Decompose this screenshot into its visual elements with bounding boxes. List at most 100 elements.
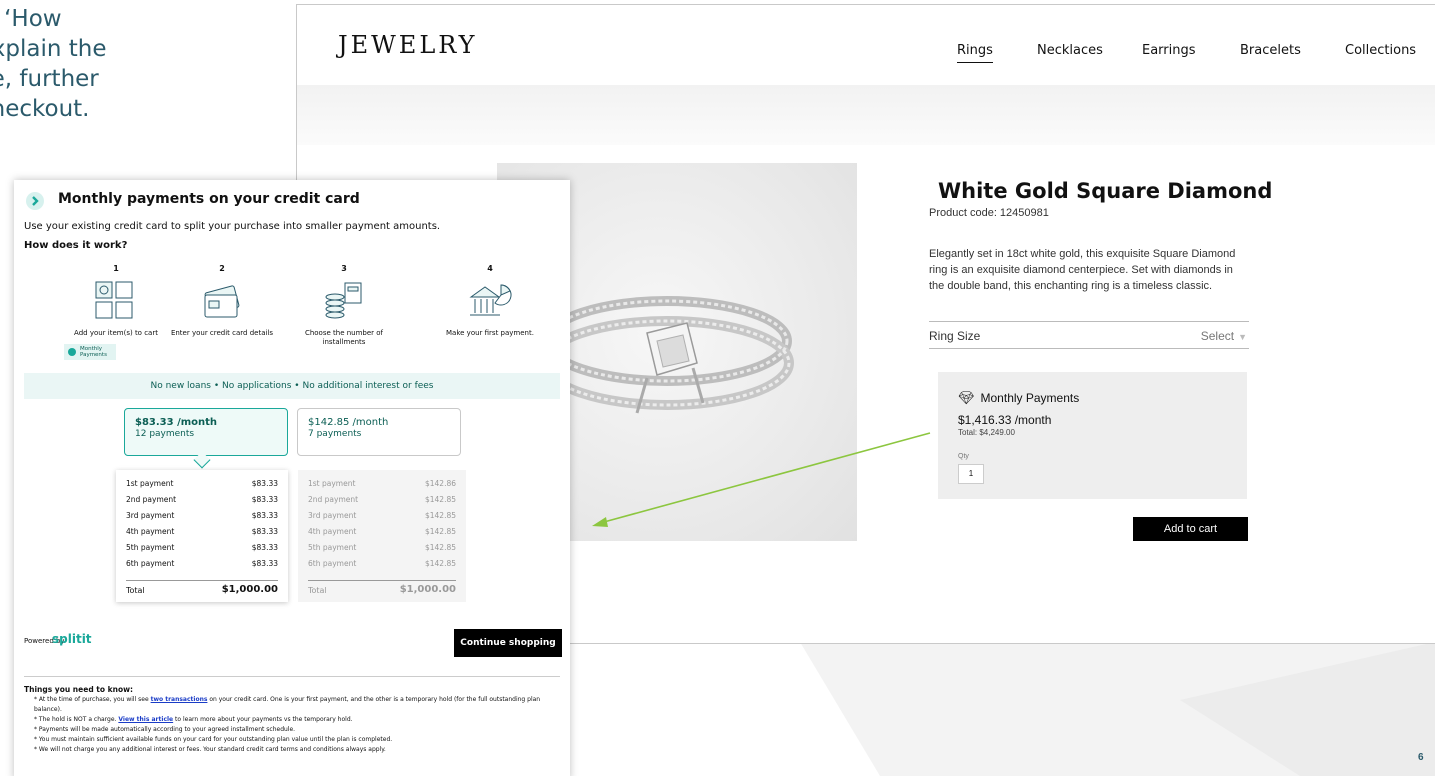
bank-pie-icon [469,284,512,316]
product-title: White Gold Square Diamond [938,179,1273,203]
chevron-down-icon: ▼ [1238,332,1247,342]
schedule-row-label: 4th payment [126,527,175,536]
schedule-row-value: $83.33 [251,559,278,568]
nav-item-necklaces[interactable]: Necklaces [1037,43,1103,58]
nav-item-collections[interactable]: Collections [1345,43,1416,58]
schedule-total-value: $1,000.00 [399,584,456,595]
nav-item-bracelets[interactable]: Bracelets [1240,43,1301,58]
add-to-cart-icon [95,281,133,319]
schedule-row-value: $142.85 [424,511,456,520]
hero-band [297,85,1435,145]
schedule-total: Total $1,000.00 [126,580,278,598]
schedule-row-value: $83.33 [251,495,278,504]
step-number: 4 [487,264,493,273]
schedule-row-label: 5th payment [126,543,175,552]
list-item: * At the time of purchase, you will see … [24,695,564,715]
monthly-payments-title: 💎︎ Monthly Payments [958,390,1079,406]
schedule-row-label: 2nd payment [308,495,359,504]
plan-count: 7 payments [308,429,362,439]
splitit-dot-icon [68,348,76,356]
product-description: Elegantly set in 18ct white gold, this e… [929,248,1236,292]
schedule-row: 2nd payment $142.85 [308,492,456,508]
schedule-row-value: $142.86 [424,479,456,488]
continue-shopping-button[interactable]: Continue shopping [454,629,562,657]
benefits-bar: No new loans • No applications • No addi… [24,373,560,399]
ring-size-select[interactable]: Select ▼ [1201,329,1247,343]
schedule-row: 3rd payment $142.85 [308,508,456,524]
monthly-payments-widget[interactable]: 💎︎ Monthly Payments $1,416.33 /month Tota… [938,372,1247,499]
mini-badge-label: Monthly Payments [80,346,107,358]
list-item: * Payments will be made automatically ac… [34,726,296,733]
monthly-payment-total: Total: $4,249.00 [958,428,1015,437]
modal-subtitle: Use your existing credit card to split y… [24,221,441,232]
monthly-payments-title-text: Monthly Payments [980,391,1080,405]
list-item: * We will not charge you any additional … [34,746,386,753]
plan-option-12[interactable]: $83.33 /month 12 payments [124,408,288,456]
schedule-row-value: $83.33 [251,543,278,552]
schedule-row-label: 4th payment [308,527,357,536]
ring-size-label: Ring Size [929,329,981,343]
things-to-know-list: * At the time of purchase, you will see … [24,695,564,755]
how-it-works-heading: How does it work? [24,240,128,251]
things-to-know-heading: Things you need to know: [24,685,134,694]
nav-item-rings[interactable]: Rings [957,43,993,63]
schedule-row: 2nd payment $83.33 [126,492,278,508]
schedule-row: 5th payment $83.33 [126,540,278,556]
plan-option-7[interactable]: $142.85 /month 7 payments [297,408,461,456]
schedule-row-label: 2nd payment [126,495,177,504]
schedule-row-label: 3rd payment [126,511,175,520]
step-label: Make your first payment. [446,329,534,337]
schedule-row: 6th payment $83.33 [126,556,278,572]
schedule-row-value: $142.85 [424,527,456,536]
splitit-logo: splitit [52,632,92,646]
site-header: JEWELRY Rings Necklaces Earrings Bracele… [297,5,1435,85]
list-item-text: * The hold is NOT a charge. [34,716,119,723]
schedule-row: 5th payment $142.85 [308,540,456,556]
diamond-icon: 💎︎ [958,390,975,405]
plan-count: 12 payments [135,429,195,439]
step-number: 1 [113,264,119,273]
step-3: 3 Choose the number of installments [284,264,404,347]
step-label: Choose the number of installments [304,329,384,346]
monthly-payment-amount: $1,416.33 /month [958,413,1052,427]
list-item: * The hold is NOT a charge. View this ar… [24,715,564,725]
splitit-mark-icon [26,192,44,210]
schedule-total-label: Total [126,586,145,595]
step-1: 1 Add your item(s) to cart [56,264,176,338]
nav-item-earrings[interactable]: Earrings [1142,43,1196,58]
brand-logo[interactable]: JEWELRY [338,31,477,59]
schedule-row: 3rd payment $83.33 [126,508,278,524]
view-article-link[interactable]: View this article [118,716,173,723]
plan-amount: $142.85 /month [308,417,389,428]
step-number: 3 [341,264,347,273]
list-item: * You must maintain sufficient available… [34,736,393,743]
slide-heading-line: ce, further [0,66,99,92]
list-item-text: * At the time of purchase, you will see [34,696,151,703]
schedule-row-value: $83.33 [251,479,278,488]
page-number: 6 [1418,752,1424,763]
qty-label: Qty [958,453,969,460]
plan-amount: $83.33 /month [135,417,218,428]
schedule-row-label: 5th payment [308,543,357,552]
add-to-cart-button[interactable]: Add to cart [1133,517,1248,541]
schedule-total: Total $1,000.00 [308,580,456,598]
slide-heading-line: checkout. [0,96,90,122]
slide-heading-line: w ‘How [0,6,62,32]
qty-input[interactable]: 1 [958,464,984,484]
schedule-row: 4th payment $83.33 [126,524,278,540]
schedule-row-label: 3rd payment [308,511,357,520]
two-transactions-link[interactable]: two transactions [151,696,208,703]
schedule-total-label: Total [308,586,327,595]
monthly-payments-modal: Monthly payments on your credit card Use… [14,180,570,776]
schedule-row-value: $142.85 [424,559,456,568]
schedule-row: 6th payment $142.85 [308,556,456,572]
schedule-row: 1st payment $83.33 [126,476,278,492]
step-label: Add your item(s) to cart [74,329,158,337]
credit-card-icon [204,285,240,318]
schedule-row-value: $83.33 [251,511,278,520]
step-label: Enter your credit card details [170,329,274,337]
schedule-total-value: $1,000.00 [221,584,278,595]
schedule-row-label: 6th payment [308,559,357,568]
list-item-text: to learn more about your payments vs the… [173,716,353,723]
schedule-row-value: $142.85 [424,543,456,552]
